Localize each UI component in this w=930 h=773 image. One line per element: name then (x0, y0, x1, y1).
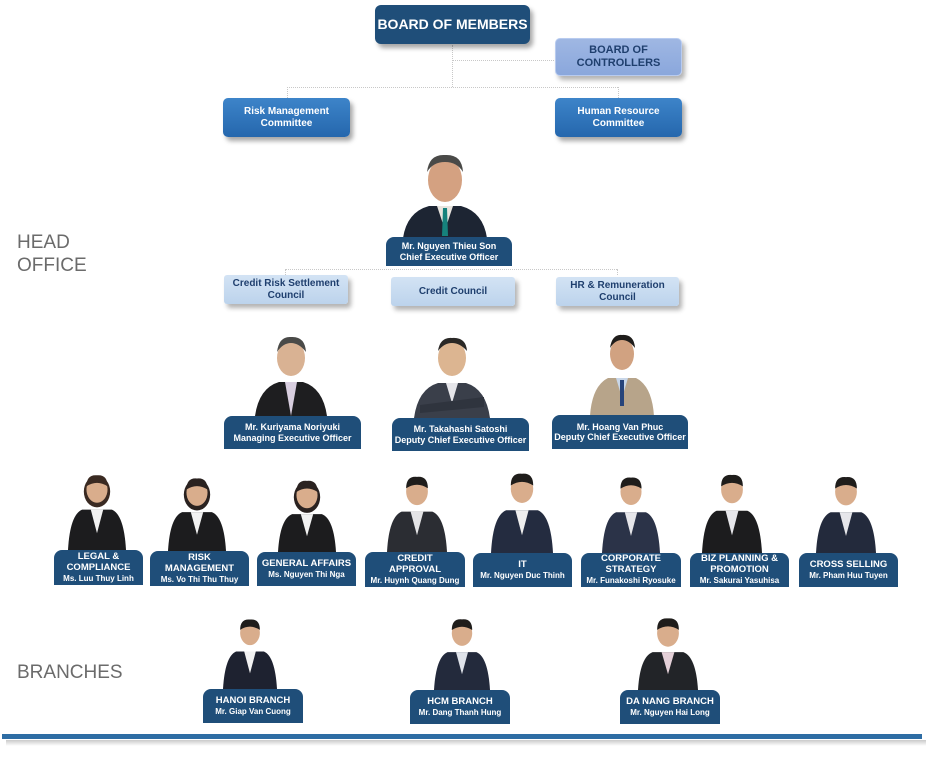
department-label[interactable]: BIZ PLANNING & PROMOTION Mr. Sakurai Yas… (690, 553, 789, 587)
council-line: Council (267, 289, 305, 301)
person-photo (638, 618, 698, 690)
department-name: MANAGEMENT (164, 562, 235, 574)
executive-name: Mr. Takahashi Satoshi (413, 424, 508, 435)
executive-title: Managing Executive Officer (233, 432, 352, 443)
hr-remuneration-council-box[interactable]: HR & Remuneration Council (556, 277, 679, 306)
risk-committee-line2: Committee (260, 117, 313, 129)
council-line: Credit Council (418, 285, 488, 297)
person-photo (491, 473, 553, 553)
council-line: HR & Remuneration (570, 280, 665, 291)
hr-committee-line1: Human Resource (577, 106, 660, 117)
connector (452, 60, 556, 61)
executive-photo (590, 334, 654, 416)
department-head: Mr. Huynh Quang Dung (370, 575, 460, 585)
credit-council-box[interactable]: Credit Council (391, 277, 515, 306)
ceo-name: Mr. Nguyen Thieu Son (401, 241, 497, 252)
department-head: Mr. Nguyen Duc Thinh (480, 570, 565, 580)
credit-risk-settlement-council-box[interactable]: Credit Risk Settlement Council (224, 275, 348, 304)
executive-photo (414, 337, 490, 418)
board-of-controllers-line1: BOARD OF (589, 44, 648, 57)
council-line: Council (599, 291, 636, 303)
branch-name: DA NANG BRANCH (626, 695, 714, 707)
person-photo (278, 480, 336, 552)
department-head: Ms. Nguyen Thi Nga (268, 569, 345, 579)
department-name: IT (518, 558, 527, 570)
executive-name: Mr. Hoang Van Phuc (576, 421, 664, 432)
ceo-label[interactable]: Mr. Nguyen Thieu Son Chief Executive Off… (386, 237, 512, 266)
section-head-office-line2: OFFICE (17, 254, 87, 276)
board-of-members-box[interactable]: BOARD OF MEMBERS (375, 5, 530, 44)
connector (617, 269, 618, 275)
executive-label[interactable]: Mr. Hoang Van Phuc Deputy Chief Executiv… (552, 415, 688, 449)
department-head: Ms. Vo Thi Thu Thuy (160, 574, 239, 584)
board-of-members-label: BOARD OF MEMBERS (377, 16, 528, 33)
department-name: COMPLIANCE (66, 561, 131, 573)
person-photo (434, 619, 490, 690)
person-photo (223, 619, 277, 689)
board-of-controllers-box[interactable]: BOARD OF CONTROLLERS (555, 38, 682, 76)
ceo-photo (403, 154, 487, 238)
department-label[interactable]: RISK MANAGEMENT Ms. Vo Thi Thu Thuy (150, 551, 249, 586)
department-label[interactable]: CORPORATE STRATEGY Mr. Funakoshi Ryosuke (581, 553, 681, 587)
connector (287, 87, 288, 98)
department-name: CROSS SELLING (809, 558, 888, 570)
human-resource-committee-box[interactable]: Human Resource Committee (555, 98, 682, 137)
branch-name: HANOI BRANCH (215, 694, 291, 706)
department-label[interactable]: CROSS SELLING Mr. Pham Huu Tuyen (799, 553, 898, 587)
department-label[interactable]: LEGAL & COMPLIANCE Ms. Luu Thuy Linh (54, 550, 143, 585)
person-photo (68, 475, 126, 550)
department-head: Ms. Luu Thuy Linh (63, 573, 134, 583)
hr-committee-line2: Committee (592, 117, 645, 129)
branch-label[interactable]: DA NANG BRANCH Mr. Nguyen Hai Long (620, 690, 720, 724)
branch-head: Mr. Dang Thanh Hung (418, 707, 502, 717)
board-of-controllers-line2: CONTROLLERS (576, 57, 661, 69)
connector (618, 87, 619, 98)
branch-head: Mr. Nguyen Hai Long (630, 707, 710, 717)
council-line: Credit Risk Settlement (232, 278, 340, 289)
connector (452, 45, 453, 87)
section-branches: BRANCHES (17, 662, 123, 683)
person-photo (816, 477, 876, 553)
executive-title: Deputy Chief Executive Officer (554, 432, 686, 442)
department-label[interactable]: GENERAL AFFAIRS Ms. Nguyen Thi Nga (257, 552, 356, 586)
risk-committee-line1: Risk Management (243, 106, 330, 117)
executive-label[interactable]: Mr. Takahashi Satoshi Deputy Chief Execu… (392, 418, 529, 451)
executive-title: Deputy Chief Executive Officer (394, 434, 527, 445)
department-head: Mr. Funakoshi Ryosuke (586, 576, 676, 586)
department-label[interactable]: CREDIT APPROVAL Mr. Huynh Quang Dung (365, 552, 465, 587)
department-name: PROMOTION (710, 564, 769, 576)
connector (287, 87, 618, 88)
executive-name: Mr. Kuriyama Noriyuki (244, 422, 341, 433)
person-photo (702, 474, 762, 553)
department-name: APPROVAL (388, 563, 442, 575)
department-head: Mr. Pham Huu Tuyen (809, 570, 888, 580)
section-head-office-line1: HEAD (17, 232, 70, 253)
executive-photo (255, 336, 327, 416)
person-photo (168, 478, 226, 551)
department-name: STRATEGY (605, 564, 657, 576)
department-label[interactable]: IT Mr. Nguyen Duc Thinh (473, 553, 572, 587)
bottom-divider-shadow (6, 740, 926, 746)
department-name: GENERAL AFFAIRS (261, 557, 352, 569)
ceo-title: Chief Executive Officer (399, 251, 499, 262)
person-photo (387, 476, 447, 552)
branch-label[interactable]: HANOI BRANCH Mr. Giap Van Cuong (203, 689, 303, 723)
executive-label[interactable]: Mr. Kuriyama Noriyuki Managing Executive… (224, 416, 361, 449)
branch-head: Mr. Giap Van Cuong (215, 706, 291, 716)
branch-label[interactable]: HCM BRANCH Mr. Dang Thanh Hung (410, 690, 510, 724)
connector (285, 269, 617, 270)
person-photo (602, 477, 660, 553)
section-head-office: HEAD OFFICE (17, 232, 87, 278)
risk-management-committee-box[interactable]: Risk Management Committee (223, 98, 350, 137)
department-head: Mr. Sakurai Yasuhisa (699, 576, 780, 586)
branch-name: HCM BRANCH (427, 695, 493, 707)
bottom-divider (2, 734, 922, 739)
